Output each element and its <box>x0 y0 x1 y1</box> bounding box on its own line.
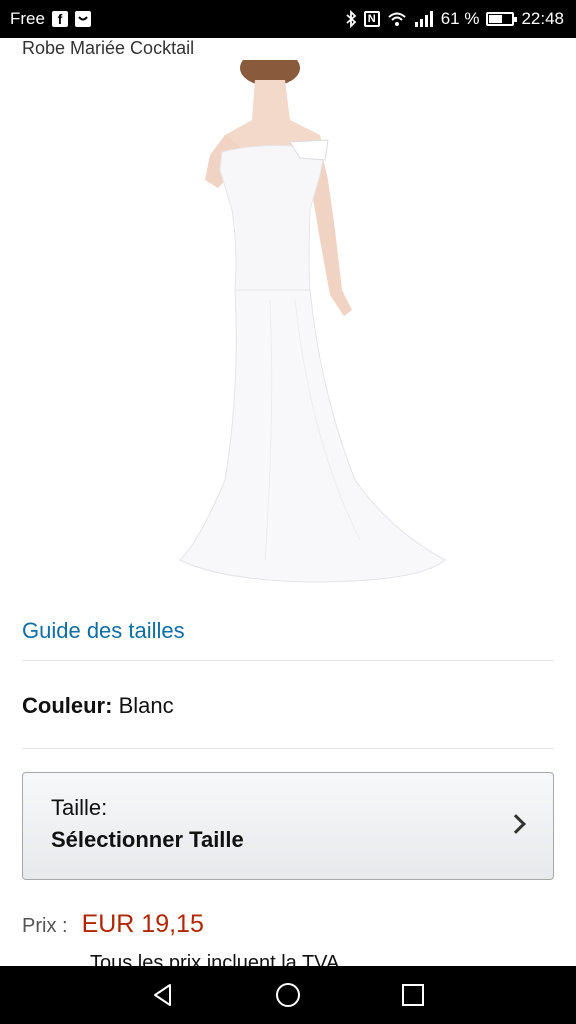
price-row: Prix : EUR 19,15 <box>22 910 204 939</box>
status-left: Free f <box>10 9 91 29</box>
status-right: N 61 % 22:48 <box>345 9 564 29</box>
recents-icon[interactable] <box>397 979 429 1011</box>
notification-icon <box>74 11 91 27</box>
color-label: Couleur: <box>22 693 113 718</box>
carrier-label: Free <box>10 9 45 28</box>
signal-icon <box>414 11 434 27</box>
color-value: Blanc <box>118 693 174 718</box>
product-page: Robe Mariée Cocktail Guide des tailles C… <box>0 38 576 966</box>
product-title: Robe Mariée Cocktail <box>22 38 195 58</box>
bluetooth-icon <box>345 10 357 28</box>
battery-percent: 61 % <box>440 9 480 28</box>
price-value: EUR 19,15 <box>81 910 204 938</box>
price-label: Prix : <box>22 915 68 937</box>
divider <box>22 748 554 749</box>
product-image[interactable] <box>160 60 460 590</box>
battery-icon <box>486 12 518 26</box>
home-icon[interactable] <box>272 979 304 1011</box>
navigation-bar <box>0 966 576 1024</box>
divider <box>22 660 554 661</box>
battery-fill <box>489 15 503 23</box>
status-bar: Free f N 61 % 22:48 <box>0 0 576 38</box>
color-row: Couleur: Blanc <box>22 693 174 719</box>
size-guide-link[interactable]: Guide des tailles <box>22 618 185 644</box>
back-icon[interactable] <box>147 979 179 1011</box>
facebook-icon: f <box>51 11 68 27</box>
size-value: Sélectionner Taille <box>51 827 244 852</box>
wifi-icon <box>387 11 407 27</box>
tax-note: Tous les prix incluent la TVA. <box>90 952 345 966</box>
size-selector-button[interactable]: Taille: Sélectionner Taille <box>22 772 554 880</box>
size-label: Taille: <box>51 795 108 820</box>
nfc-icon: N <box>363 11 380 27</box>
clock: 22:48 <box>521 9 564 28</box>
